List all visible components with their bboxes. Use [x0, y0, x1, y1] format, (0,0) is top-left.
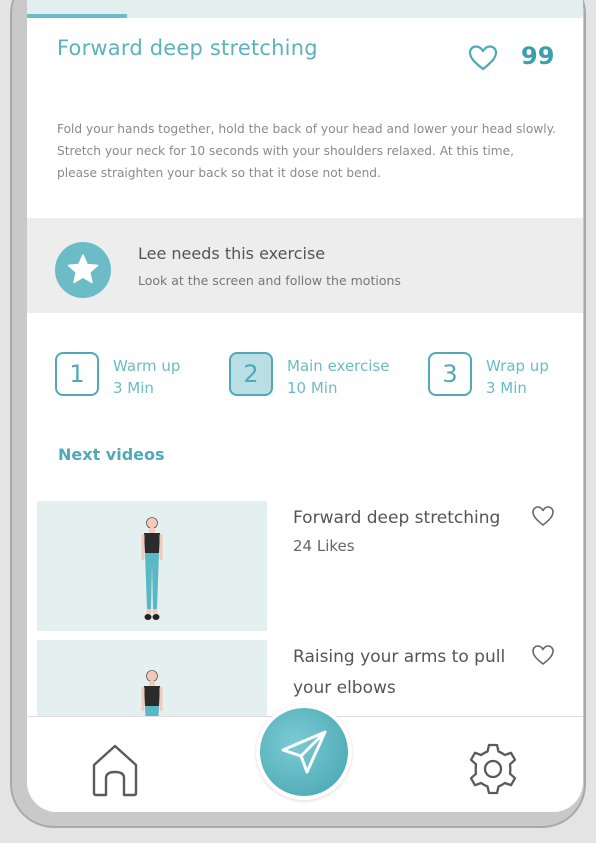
recommendation-subtitle: Look at the screen and follow the motion… — [138, 273, 401, 288]
step-duration: 3 Min — [113, 379, 154, 397]
step-title: Wrap up — [486, 357, 549, 375]
video-player-strip[interactable] — [27, 0, 583, 18]
paper-plane-icon — [281, 730, 327, 774]
step-number: 2 — [229, 352, 273, 396]
home-icon[interactable] — [89, 741, 141, 799]
step-number: 1 — [55, 352, 99, 396]
heart-icon[interactable] — [468, 44, 498, 72]
step-number: 3 — [428, 352, 472, 396]
video-title: Raising your arms to pull your elbows — [293, 647, 506, 698]
star-icon — [67, 254, 99, 284]
step-title: Main exercise — [287, 357, 390, 375]
video-progress-bar[interactable] — [27, 14, 128, 18]
exercise-description: Fold your hands together, hold the back … — [57, 122, 556, 180]
step-duration: 3 Min — [486, 379, 527, 397]
gear-icon[interactable] — [465, 741, 521, 797]
heart-icon[interactable] — [531, 644, 555, 666]
start-exercise-button[interactable] — [256, 704, 352, 800]
recommendation-title: Lee needs this exercise — [138, 244, 326, 263]
next-videos-heading: Next videos — [58, 445, 165, 464]
video-thumbnail[interactable] — [37, 501, 267, 631]
app-screen: Forward deep stretching 99 Fold your han… — [27, 0, 583, 812]
step-duration: 10 Min — [287, 379, 338, 397]
exercise-figure-image — [141, 517, 163, 620]
recommendation-banner: Lee needs this exercise Look at the scre… — [27, 218, 583, 313]
video-title: Forward deep stretching — [293, 508, 501, 528]
step-title: Warm up — [113, 357, 181, 375]
star-badge — [55, 242, 111, 298]
video-list-item[interactable]: Forward deep stretching 24 Likes — [37, 501, 583, 631]
heart-icon[interactable] — [531, 505, 555, 527]
favorite-count: 99 — [521, 42, 555, 70]
video-likes: 24 Likes — [293, 537, 355, 555]
exercise-title: Forward deep stretching — [57, 36, 318, 60]
fab-circle — [260, 708, 348, 796]
